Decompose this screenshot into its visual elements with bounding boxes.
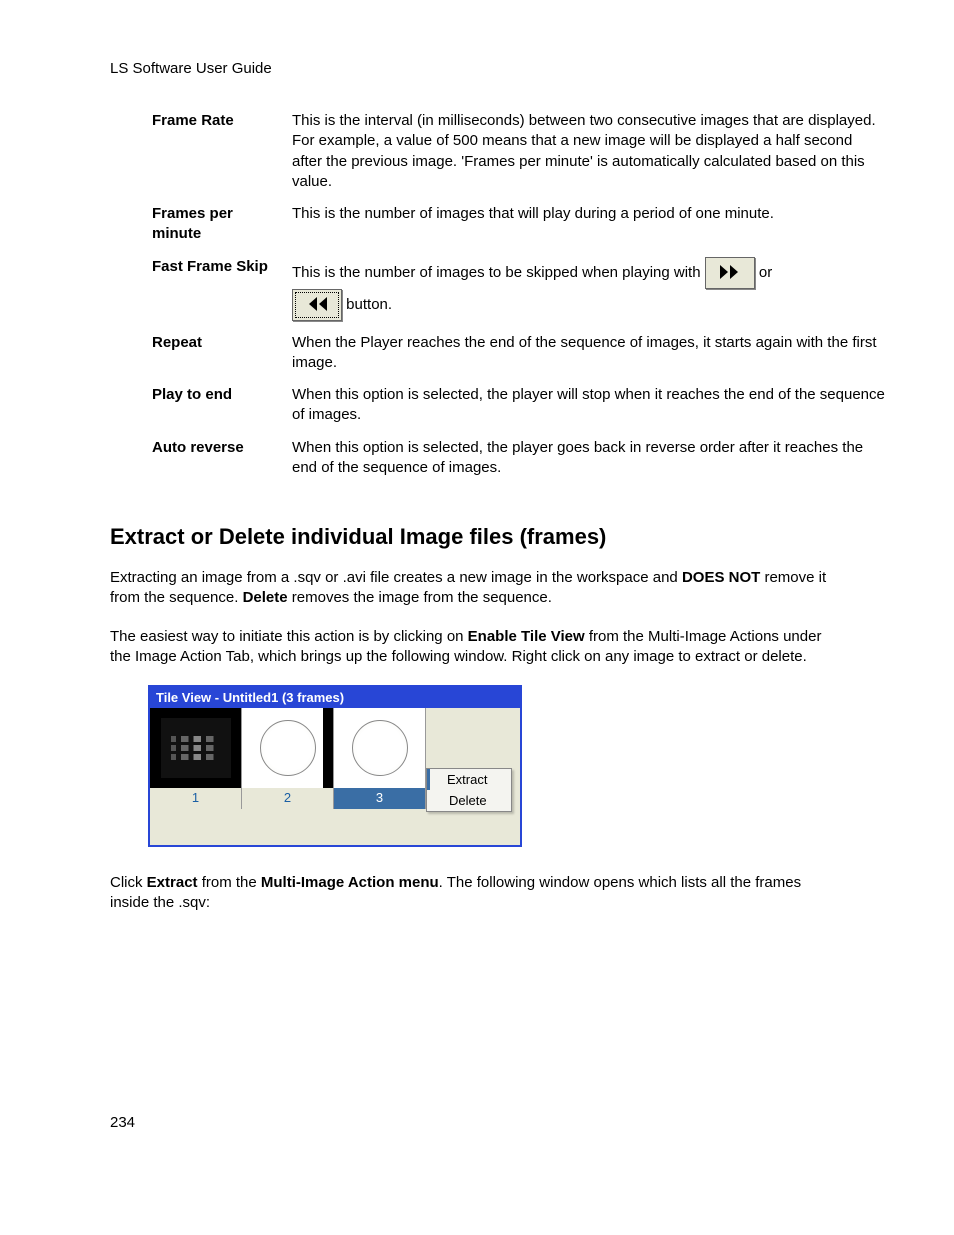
- paragraph-1: Extracting an image from a .sqv or .avi …: [110, 568, 844, 609]
- desc-frame-rate: This is the interval (in milliseconds) b…: [292, 105, 886, 198]
- thumb-col-1[interactable]: 1: [150, 708, 242, 809]
- thumb-col-3[interactable]: 3: [334, 708, 426, 809]
- page-header: LS Software User Guide: [110, 60, 844, 77]
- thumbnail-3[interactable]: [334, 708, 426, 788]
- ffs-text-post: button.: [346, 295, 392, 312]
- desc-play-to-end: When this option is selected, the player…: [292, 379, 886, 432]
- p3-b2: Multi-Image Action menu: [261, 874, 439, 891]
- desc-frames-per-minute: This is the number of images that will p…: [292, 198, 886, 251]
- ffs-text-pre: This is the number of images to be skipp…: [292, 263, 705, 280]
- p3-b1: Extract: [147, 874, 198, 891]
- paragraph-3: Click Extract from the Multi-Image Actio…: [110, 873, 844, 914]
- thumb-num-2: 2: [242, 788, 334, 809]
- p1-t3: removes the image from the sequence.: [288, 589, 552, 606]
- context-menu: Extract Delete: [426, 768, 512, 812]
- term-frames-per-minute: Frames per minute: [152, 198, 292, 251]
- paragraph-2: The easiest way to initiate this action …: [110, 627, 844, 668]
- ctx-extract[interactable]: Extract: [427, 769, 511, 790]
- desc-repeat: When the Player reaches the end of the s…: [292, 327, 886, 380]
- p1-b2: Delete: [243, 589, 288, 606]
- fast-forward-icon[interactable]: [705, 257, 755, 289]
- fast-rewind-icon[interactable]: [292, 289, 342, 321]
- thumb-num-3: 3: [334, 788, 426, 809]
- p1-t1: Extracting an image from a .sqv or .avi …: [110, 569, 682, 586]
- p2-b1: Enable Tile View: [468, 628, 585, 645]
- p2-t1: The easiest way to initiate this action …: [110, 628, 468, 645]
- thumb-col-2[interactable]: 2: [242, 708, 334, 809]
- desc-auto-reverse: When this option is selected, the player…: [292, 432, 886, 485]
- p3-t2: from the: [198, 874, 261, 891]
- term-fast-frame-skip: Fast Frame Skip: [152, 251, 292, 327]
- term-frame-rate: Frame Rate: [152, 105, 292, 198]
- term-play-to-end: Play to end: [152, 379, 292, 432]
- section-heading: Extract or Delete individual Image files…: [110, 524, 844, 550]
- ffs-text-mid: or: [759, 263, 772, 280]
- term-repeat: Repeat: [152, 327, 292, 380]
- thumb-num-1: 1: [150, 788, 242, 809]
- tile-view-titlebar: Tile View - Untitled1 (3 frames): [150, 687, 520, 708]
- tile-view-window: Tile View - Untitled1 (3 frames) 1 2 3 E…: [148, 685, 522, 847]
- thumbnail-1[interactable]: [150, 708, 242, 788]
- desc-fast-frame-skip: This is the number of images to be skipp…: [292, 251, 886, 327]
- p1-b1: DOES NOT: [682, 569, 760, 586]
- ctx-delete[interactable]: Delete: [427, 790, 511, 811]
- thumbnail-2[interactable]: [242, 708, 334, 788]
- p3-t1: Click: [110, 874, 147, 891]
- definitions-table: Frame Rate This is the interval (in mill…: [152, 105, 886, 484]
- page-number: 234: [110, 1114, 844, 1131]
- term-auto-reverse: Auto reverse: [152, 432, 292, 485]
